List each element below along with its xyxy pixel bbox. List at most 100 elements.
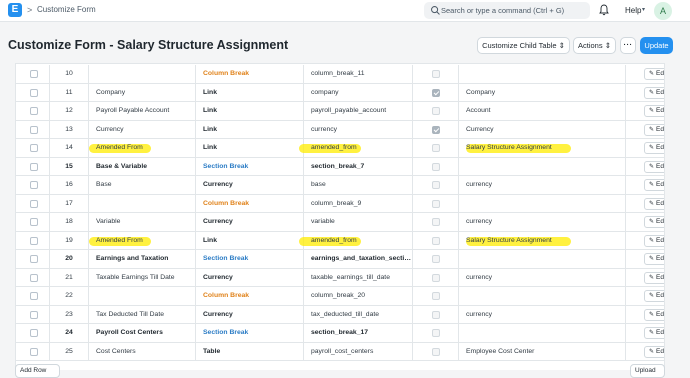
field-options[interactable]: currency [459,176,626,195]
field-label[interactable]: Payroll Cost Centers [89,324,196,343]
field-name[interactable]: amended_from [299,139,413,158]
field-label[interactable]: Currency [89,120,196,139]
edit-cell[interactable]: ✎Edit [626,306,664,325]
row-select-cell[interactable] [16,287,50,306]
edit-cell[interactable]: ✎Edit [626,250,664,269]
field-type[interactable]: Table [196,342,304,361]
upload-button[interactable]: Upload [630,364,665,378]
row-select-cell[interactable] [16,268,50,287]
mandatory-cell[interactable] [413,83,459,102]
mandatory-cell[interactable] [413,324,459,343]
mandatory-cell[interactable] [413,65,459,84]
field-name[interactable]: company [304,83,413,102]
help-menu[interactable]: Help [625,6,641,15]
row-select-cell[interactable] [16,139,50,158]
row-checkbox[interactable] [30,125,38,134]
mandatory-checkbox[interactable] [432,218,440,226]
row-select-cell[interactable] [16,102,50,121]
mandatory-cell[interactable] [413,250,459,269]
mandatory-cell[interactable] [413,157,459,176]
row-checkbox[interactable] [30,107,38,115]
mandatory-checkbox[interactable] [432,125,440,134]
table-row[interactable]: 18VariableCurrencyvariable currency ✎Edit [16,213,664,232]
row-select-cell[interactable] [16,83,50,102]
mandatory-cell[interactable] [413,305,459,324]
row-checkbox[interactable] [30,88,38,97]
mandatory-cell[interactable] [413,342,459,361]
mandatory-cell[interactable] [413,102,459,121]
field-name[interactable]: section_break_17 [304,324,413,343]
actions-button[interactable]: Actions ⇕ [573,37,616,54]
mandatory-checkbox[interactable] [432,199,440,208]
table-row[interactable]: 23 Tax Deducted Till Date Currency tax_dedu… [16,305,664,325]
row-select-cell[interactable] [16,157,50,176]
mandatory-checkbox[interactable] [432,347,440,356]
table-row[interactable]: 22 Column Breakcolumn_break_20 ✎Edit [16,287,664,306]
field-label[interactable]: Company [89,83,196,102]
row-select-cell[interactable] [16,305,50,324]
field-name[interactable]: column_break_11 [304,65,413,84]
field-type[interactable]: Section Break [196,324,304,343]
table-row[interactable]: 14 Amended From Link amended_from Salary Str… [16,139,664,158]
mandatory-checkbox[interactable] [432,236,440,245]
field-name[interactable]: amended_from [299,231,413,250]
field-name[interactable]: base [304,176,413,195]
row-checkbox[interactable] [30,292,38,300]
edit-button[interactable]: ✎Edit [644,179,664,191]
row-select-cell[interactable] [16,342,50,361]
field-label[interactable]: Tax Deducted Till Date [89,305,196,324]
field-name[interactable]: payroll_cost_centers [304,342,413,361]
more-button[interactable]: ··· [620,37,636,54]
field-label[interactable]: Base [89,176,196,195]
field-name[interactable]: tax_deducted_till_date [304,305,413,324]
mandatory-cell[interactable] [413,268,459,287]
customize-child-table-button[interactable]: Customize Child Table ⇕ [477,37,570,54]
field-name[interactable]: currency [304,120,413,139]
edit-cell[interactable]: ✎Edit [626,213,664,232]
edit-cell[interactable]: ✎Edit [626,139,664,158]
edit-cell[interactable]: ✎Edit [626,343,664,362]
row-checkbox[interactable] [30,236,38,245]
table-row[interactable]: 17 Column Breakcolumn_break_9 ✎Edit [16,194,664,214]
row-checkbox[interactable] [30,181,38,189]
search-input[interactable]: Search or type a command (Ctrl + G) [441,6,564,15]
field-type[interactable]: Link [196,83,304,102]
row-checkbox[interactable] [30,329,38,337]
field-name[interactable]: taxable_earnings_till_date [304,268,413,287]
row-checkbox[interactable] [30,144,38,152]
field-type[interactable]: Section Break [196,157,304,176]
field-type[interactable]: Link [196,231,304,250]
table-row[interactable]: 20 Earnings and Taxation Section Break earn… [16,250,664,269]
table-row[interactable]: 13CurrencyLinkcurrencyCurrency✎Edit [16,120,664,139]
field-options[interactable]: Salary Structure Assignment [459,231,626,250]
row-select-cell[interactable] [16,250,50,269]
row-checkbox[interactable] [30,162,38,171]
edit-cell[interactable]: ✎Edit [626,102,664,121]
row-select-cell[interactable] [16,231,50,250]
field-options[interactable] [459,324,626,343]
edit-cell[interactable]: ✎Edit [626,84,664,103]
table-row[interactable]: 21 Taxable Earnings Till Date Currency taxa… [16,268,664,287]
row-checkbox[interactable] [30,347,38,356]
row-checkbox[interactable] [30,70,38,78]
field-label[interactable]: Variable [89,213,196,232]
edit-button[interactable]: ✎Edit [644,216,664,228]
field-options[interactable] [459,287,626,306]
mandatory-checkbox[interactable] [432,162,440,171]
field-options[interactable]: Currency [459,120,626,139]
edit-cell[interactable]: ✎Edit [626,195,664,214]
add-row-button[interactable]: Add Row [15,364,60,378]
edit-button[interactable]: ✎Edit [644,197,664,210]
field-options[interactable]: Company [459,83,626,102]
mandatory-cell[interactable] [413,176,459,195]
mandatory-checkbox[interactable] [432,88,440,97]
field-label[interactable]: Cost Centers [89,342,196,361]
edit-cell[interactable]: ✎Edit [626,232,664,251]
field-type[interactable]: Currency [196,305,304,324]
table-row[interactable]: 25 Cost Centers Table payroll_cost_centers E… [16,342,664,362]
edit-cell[interactable]: ✎Edit [626,158,664,177]
update-button[interactable]: Update [640,37,673,54]
field-options[interactable]: Employee Cost Center [459,342,626,361]
row-select-cell[interactable] [16,120,50,139]
field-options[interactable] [459,65,626,84]
